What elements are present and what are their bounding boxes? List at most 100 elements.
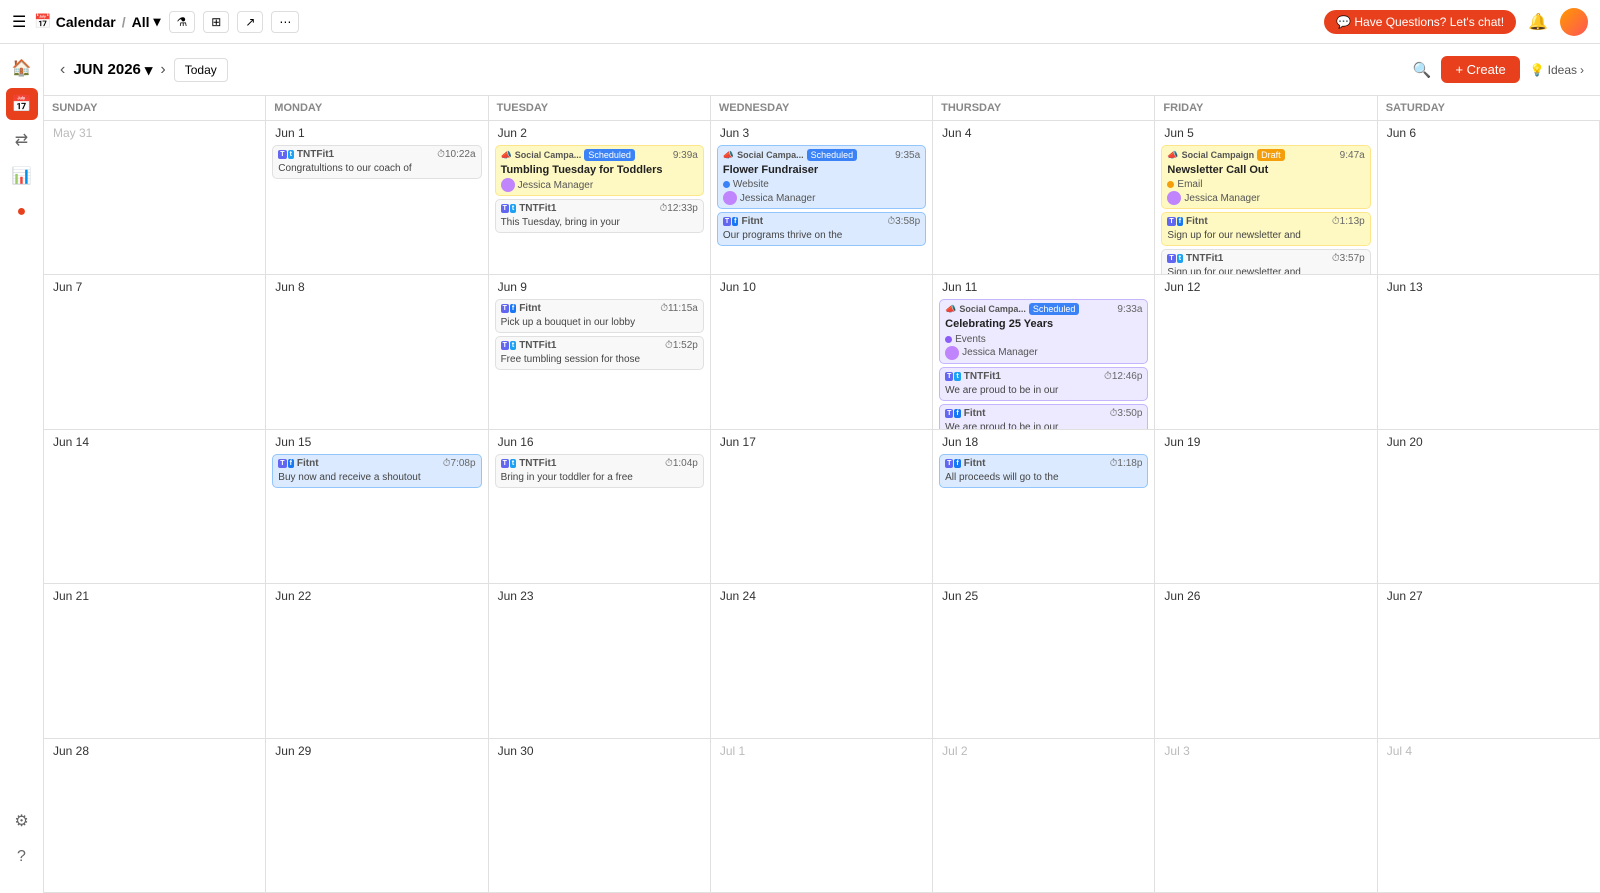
cell-jun29[interactable]: Jun 29 [266,739,488,893]
cell-jun17[interactable]: Jun 17 [711,430,933,584]
event-header: T t TNTFit1 ⏱12:33p [501,203,698,214]
cell-jun7[interactable]: Jun 7 [44,275,266,429]
brand-icons: T t [1167,254,1183,263]
event-time: 9:33a [1117,304,1142,315]
brand-icons: T f [501,304,517,313]
today-button[interactable]: Today [174,58,228,82]
event-card[interactable]: T t TNTFit1 ⏱10:22a Congratultions to ou… [272,145,481,179]
cell-jun10[interactable]: Jun 10 [711,275,933,429]
cell-date: Jun 8 [272,279,481,295]
cell-jul1[interactable]: Jul 1 [711,739,933,893]
cell-date: Jun 2 [495,125,704,141]
hamburger-menu[interactable]: ☰ [12,12,26,32]
view-selector[interactable]: All [132,14,150,30]
cell-may31[interactable]: May 31 [44,121,266,275]
user-avatar[interactable] [1560,8,1588,36]
cell-jun8[interactable]: Jun 8 [266,275,488,429]
cell-jun9[interactable]: Jun 9 T f Fitnt ⏱11:15a Pick up a bouque… [489,275,711,429]
event-badge-row: 📣 Social Campaign Draft [1167,149,1284,161]
cell-jun20[interactable]: Jun 20 [1378,430,1600,584]
sidebar-item-settings[interactable]: ⚙ [6,805,38,837]
cell-date: Jun 24 [717,588,926,604]
cell-jun2[interactable]: Jun 2 📣 Social Campa... Scheduled 9:39a … [489,121,711,275]
brand-icons: T f [945,409,961,418]
event-card-tumbling2[interactable]: T t TNTFit1 ⏱1:52p Free tumbling session… [495,336,704,370]
grid-view-button[interactable]: ⊞ [203,11,229,33]
cell-jul4[interactable]: Jul 4 [1378,739,1600,893]
notifications-icon[interactable]: 🔔 [1528,12,1548,32]
search-button[interactable]: 🔍 [1413,61,1432,79]
event-card-proud1[interactable]: T t TNTFit1 ⏱12:46p We are proud to be i… [939,367,1148,401]
event-card-tumbling[interactable]: 📣 Social Campa... Scheduled 9:39a Tumbli… [495,145,704,196]
chevron-down-icon[interactable]: ▾ [153,13,160,30]
cell-jun18[interactable]: Jun 18 T f Fitnt ⏱1:18p All proceeds wil… [933,430,1155,584]
event-card-flower[interactable]: 📣 Social Campa... Scheduled 9:35a Flower… [717,145,926,209]
cell-jun22[interactable]: Jun 22 [266,584,488,738]
event-body: This Tuesday, bring in your [501,216,698,229]
cell-jun23[interactable]: Jun 23 [489,584,711,738]
sidebar-item-alert[interactable]: ● [6,196,38,228]
cell-jun5[interactable]: Jun 5 📣 Social Campaign Draft 9:47a News… [1155,121,1377,275]
sidebar-item-calendar[interactable]: 📅 [6,88,38,120]
event-card-fitnt2[interactable]: T f Fitnt ⏱1:13p Sign up for our newslet… [1161,212,1370,246]
cell-jun24[interactable]: Jun 24 [711,584,933,738]
chat-button[interactable]: 💬 Have Questions? Let's chat! [1324,10,1516,34]
event-card-tnt2[interactable]: T t TNTFit1 ⏱12:33p This Tuesday, bring … [495,199,704,233]
sidebar-item-analytics[interactable]: 📊 [6,160,38,192]
event-card-shoutout[interactable]: T f Fitnt ⏱7:08p Buy now and receive a s… [272,454,481,488]
current-month[interactable]: JUN 2026 ▾ [73,61,152,79]
cell-date: Jun 17 [717,434,926,450]
cell-jun16[interactable]: Jun 16 T t TNTFit1 ⏱1:04p Bring in your … [489,430,711,584]
cell-jul2[interactable]: Jul 2 [933,739,1155,893]
cell-jun27[interactable]: Jun 27 [1378,584,1600,738]
cell-jun30[interactable]: Jun 30 [489,739,711,893]
cell-jun15[interactable]: Jun 15 T f Fitnt ⏱7:08p Buy now and rece… [266,430,488,584]
sidebar-item-shuffle[interactable]: ⇄ [6,124,38,156]
event-time: ⏱3:57p [1332,253,1365,264]
cell-jun13[interactable]: Jun 13 [1378,275,1600,429]
event-header: T f Fitnt ⏱1:13p [1167,216,1364,227]
event-card-toddler[interactable]: T t TNTFit1 ⏱1:04p Bring in your toddler… [495,454,704,488]
more-options-button[interactable]: ⋯ [271,11,299,33]
manager-avatar [501,178,515,192]
event-card-fitnt[interactable]: T f Fitnt ⏱3:58p Our programs thrive on … [717,212,926,246]
filter-button[interactable]: ⚗ [169,11,196,33]
cell-jun11[interactable]: Jun 11 📣 Social Campa... Scheduled 9:33a… [933,275,1155,429]
cell-jun6[interactable]: Jun 6 [1378,121,1600,275]
sidebar-item-help[interactable]: ? [6,841,38,873]
event-card-proud2[interactable]: T f Fitnt ⏱3:50p We are proud to be in o… [939,404,1148,430]
ideas-button[interactable]: 💡 Ideas › [1530,63,1584,77]
cell-jun26[interactable]: Jun 26 [1155,584,1377,738]
create-button[interactable]: + Create [1441,56,1519,83]
badge-label: Social Campaign [1182,150,1255,160]
event-card-lobby[interactable]: T f Fitnt ⏱11:15a Pick up a bouquet in o… [495,299,704,333]
event-card-25years[interactable]: 📣 Social Campa... Scheduled 9:33a Celebr… [939,299,1148,363]
cell-jun4[interactable]: Jun 4 [933,121,1155,275]
cell-jun1[interactable]: Jun 1 T t TNTFit1 ⏱10:22a Congratultions… [266,121,488,275]
day-header-saturday: SATURDAY [1378,96,1600,120]
cell-jun3[interactable]: Jun 3 📣 Social Campa... Scheduled 9:35a … [711,121,933,275]
cell-jun12[interactable]: Jun 12 [1155,275,1377,429]
sub-dot [1167,181,1174,188]
cell-jun28[interactable]: Jun 28 [44,739,266,893]
event-card-tnt3[interactable]: T t TNTFit1 ⏱3:57p Sign up for our newsl… [1161,249,1370,275]
brand-icons: T f [278,459,294,468]
cell-date: Jul 1 [717,743,926,759]
event-card-newsletter[interactable]: 📣 Social Campaign Draft 9:47a Newsletter… [1161,145,1370,209]
cell-jun21[interactable]: Jun 21 [44,584,266,738]
event-body: Free tumbling session for those [501,353,698,366]
cell-jun14[interactable]: Jun 14 [44,430,266,584]
cell-jul3[interactable]: Jul 3 [1155,739,1377,893]
event-header: 📣 Social Campaign Draft 9:47a [1167,149,1364,161]
cell-jun25[interactable]: Jun 25 [933,584,1155,738]
event-body: Our programs thrive on the [723,229,920,242]
event-manager: Jessica Manager [945,346,1142,360]
next-month-button[interactable]: › [160,61,165,79]
share-button[interactable]: ↗ [237,11,263,33]
cell-jun19[interactable]: Jun 19 [1155,430,1377,584]
twitter-icon: t [510,459,516,468]
day-header-wednesday: WEDNESDAY [711,96,933,120]
sidebar-item-home[interactable]: 🏠 [6,52,38,84]
prev-month-button[interactable]: ‹ [60,61,65,79]
event-card-proceeds[interactable]: T f Fitnt ⏱1:18p All proceeds will go to… [939,454,1148,488]
